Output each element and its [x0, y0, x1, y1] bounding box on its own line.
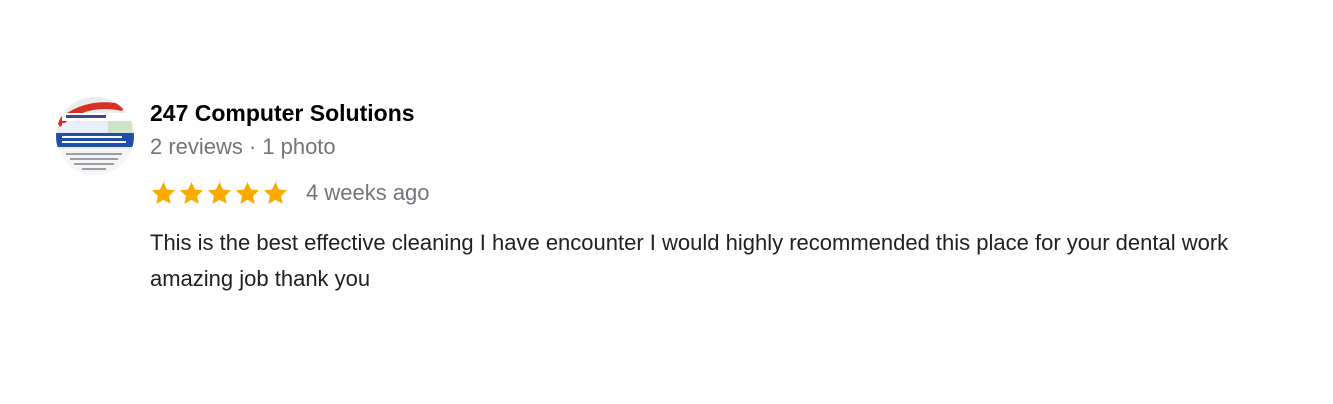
meta-separator: · [248, 134, 257, 159]
star-icon [206, 180, 233, 207]
rating-row: 4 weeks ago [150, 178, 1310, 208]
star-icon [234, 180, 261, 207]
photo-count: 1 photo [262, 134, 336, 159]
review-body: 247 Computer Solutions 2 reviews · 1 photo… [150, 97, 1310, 297]
avatar-image [56, 97, 134, 175]
reviewer-name[interactable]: 247 Computer Solutions [150, 98, 415, 128]
reviewer-meta: 2 reviews · 1 photo [150, 132, 1310, 162]
star-rating [150, 180, 289, 207]
review-count: 2 reviews [150, 134, 243, 159]
star-icon [150, 180, 177, 207]
reviewer-avatar[interactable] [56, 97, 134, 175]
review-text: This is the best effective cleaning I ha… [150, 230, 1229, 291]
star-icon [178, 180, 205, 207]
star-icon [262, 180, 289, 207]
review-date: 4 weeks ago [306, 180, 430, 205]
